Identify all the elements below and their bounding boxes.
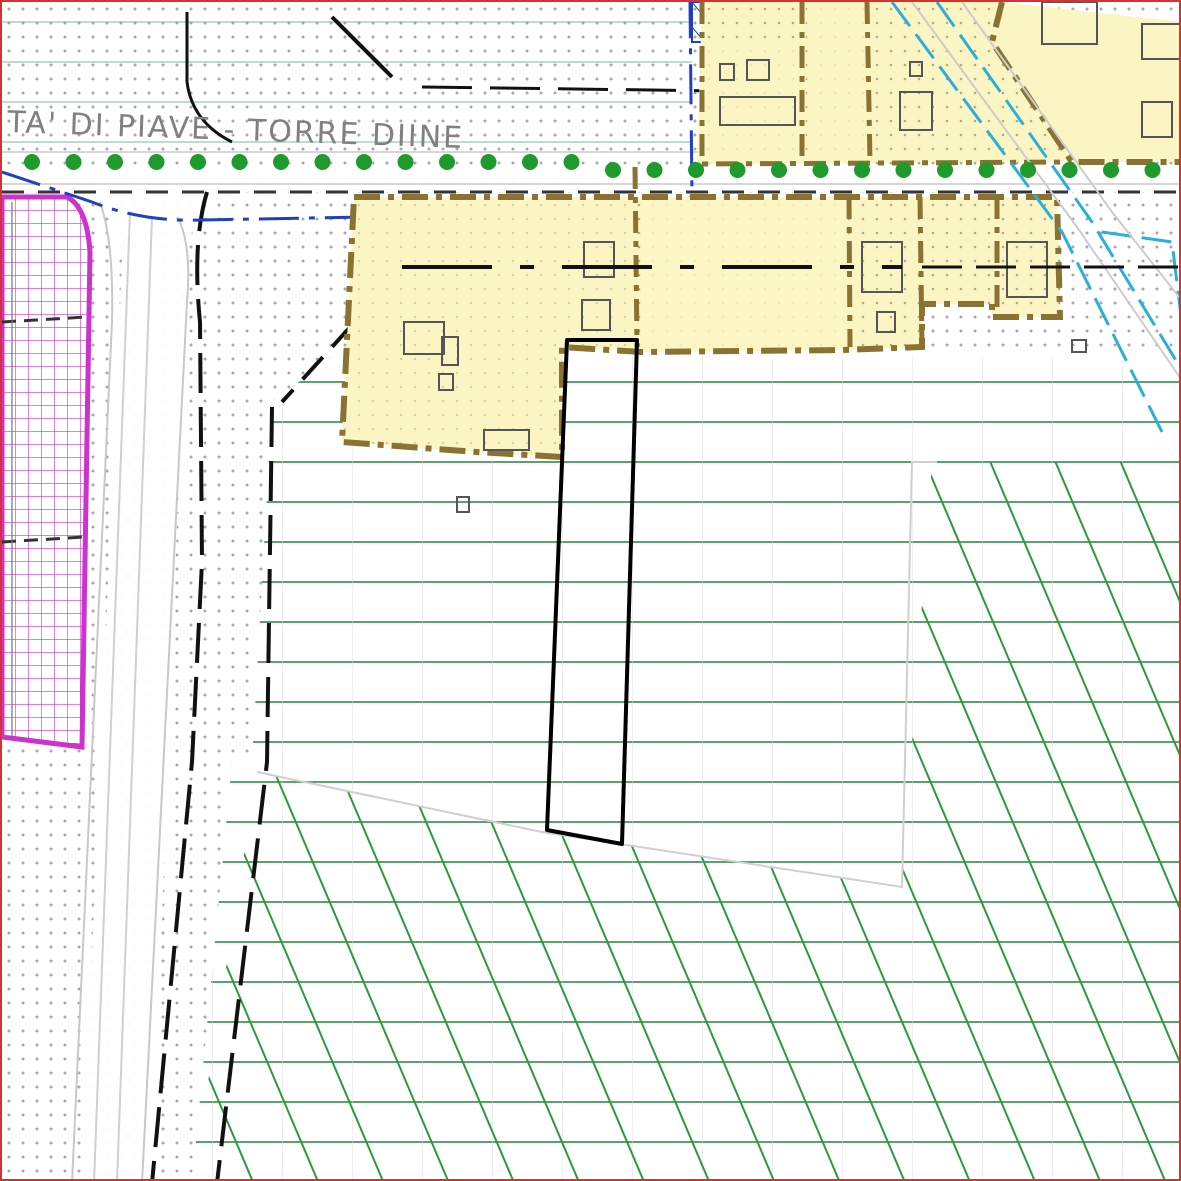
tree-dot (24, 154, 40, 170)
tree-dot (812, 162, 829, 178)
tree-dot (314, 154, 331, 170)
tree-dot (273, 154, 289, 170)
tree-dot (729, 162, 746, 178)
tree-dot (605, 162, 621, 178)
tree-dot (231, 154, 248, 170)
tree-dot (1144, 162, 1161, 178)
tree-dot (107, 154, 123, 170)
tree-dot (854, 162, 870, 178)
tree-dot (688, 162, 704, 178)
tree-dot (522, 154, 538, 170)
map-frame: TA' DI PIAVE - TORRE DIINE (0, 0, 1181, 1181)
magenta-grid-zone (2, 194, 93, 750)
tree-dot (356, 154, 372, 170)
tree-dot (65, 154, 82, 170)
tree-dot (480, 154, 497, 170)
tree-dot (1061, 162, 1078, 178)
tree-dot (937, 162, 953, 178)
tree-dot (646, 162, 663, 178)
tree-dot (978, 162, 995, 178)
tree-dot (397, 154, 414, 170)
tree-dot (771, 162, 787, 178)
cadastral-map: TA' DI PIAVE - TORRE DIINE (2, 2, 1179, 1179)
tree-dot (439, 154, 455, 170)
tree-dot (1103, 162, 1119, 178)
tree-dot (895, 162, 912, 178)
tree-dot (563, 154, 580, 170)
tree-dot (1020, 162, 1036, 178)
tree-dot (190, 154, 206, 170)
tree-dot (148, 154, 165, 170)
